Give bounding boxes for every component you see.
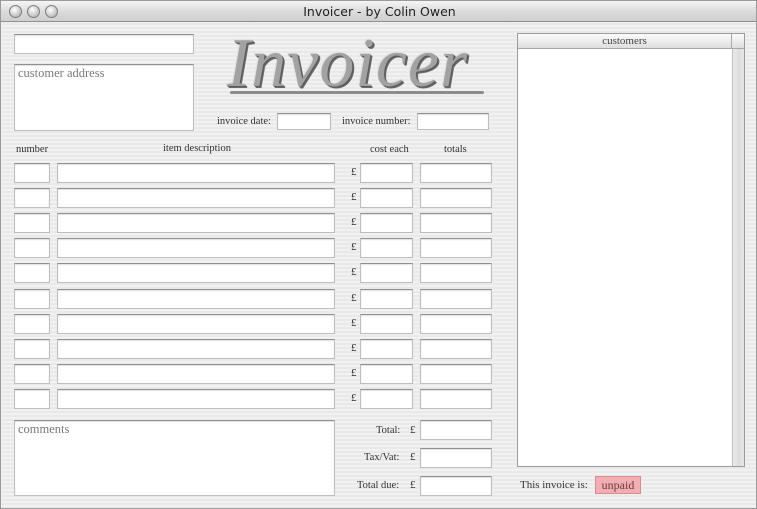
line-item-currency-symbol: £	[351, 216, 357, 228]
total-label: Total:	[376, 425, 401, 436]
line-item-description-field[interactable]	[57, 314, 335, 334]
logo-underline	[230, 91, 484, 94]
tax-vat-label: Tax/Vat:	[364, 452, 400, 463]
line-item-total-field[interactable]	[420, 389, 492, 409]
line-item-cost-field[interactable]	[360, 364, 413, 384]
customers-column-header[interactable]: customers	[518, 34, 732, 49]
line-item-currency-symbol: £	[351, 317, 357, 329]
line-item-currency-symbol: £	[351, 266, 357, 278]
invoice-status-button[interactable]: unpaid	[595, 476, 641, 494]
column-header-number: number	[16, 144, 49, 155]
comments-field[interactable]: comments	[14, 420, 335, 496]
line-item-total-field[interactable]	[420, 263, 492, 283]
line-item-cost-field[interactable]	[360, 163, 413, 183]
invoice-date-label: invoice date:	[217, 116, 271, 127]
line-item-number-field[interactable]	[14, 263, 50, 283]
customer-address-field[interactable]: customer address	[14, 64, 194, 131]
customer-address-placeholder: customer address	[18, 66, 105, 80]
line-item-cost-field[interactable]	[360, 389, 413, 409]
tax-currency-symbol: £	[410, 451, 416, 463]
line-item-description-field[interactable]	[57, 389, 335, 409]
line-item-cost-field[interactable]	[360, 238, 413, 258]
line-item-total-field[interactable]	[420, 213, 492, 233]
invoice-date-field[interactable]	[277, 113, 331, 130]
title-bar[interactable]: Invoicer - by Colin Owen	[1, 1, 756, 22]
line-item-description-field[interactable]	[57, 263, 335, 283]
invoice-number-label: invoice number:	[342, 116, 411, 127]
customers-header-corner	[732, 34, 744, 49]
line-item-number-field[interactable]	[14, 238, 50, 258]
line-item-number-field[interactable]	[14, 339, 50, 359]
total-due-currency-symbol: £	[410, 479, 416, 491]
tax-vat-field[interactable]	[420, 448, 492, 468]
line-item-currency-symbol: £	[351, 166, 357, 178]
invoice-number-field[interactable]	[417, 113, 489, 130]
column-header-totals: totals	[444, 144, 467, 155]
line-item-currency-symbol: £	[351, 191, 357, 203]
line-item-description-field[interactable]	[57, 364, 335, 384]
line-item-currency-symbol: £	[351, 241, 357, 253]
line-item-number-field[interactable]	[14, 188, 50, 208]
invoicer-window: Invoicer - by Colin Owen customer addres…	[0, 0, 757, 509]
line-item-cost-field[interactable]	[360, 314, 413, 334]
invoicer-logo: Invoicer	[227, 25, 469, 102]
line-item-currency-symbol: £	[351, 392, 357, 404]
line-item-number-field[interactable]	[14, 389, 50, 409]
line-item-currency-symbol: £	[351, 367, 357, 379]
line-item-number-field[interactable]	[14, 289, 50, 309]
line-item-number-field[interactable]	[14, 163, 50, 183]
line-item-number-field[interactable]	[14, 364, 50, 384]
column-header-cost-each: cost each	[370, 144, 409, 155]
total-currency-symbol: £	[410, 424, 416, 436]
customers-scrollbar[interactable]	[732, 49, 744, 466]
line-item-total-field[interactable]	[420, 163, 492, 183]
line-item-description-field[interactable]	[57, 289, 335, 309]
customers-list[interactable]: customers	[517, 33, 745, 467]
total-due-label: Total due:	[357, 480, 400, 491]
line-item-currency-symbol: £	[351, 292, 357, 304]
line-item-cost-field[interactable]	[360, 339, 413, 359]
comments-placeholder: comments	[18, 422, 70, 436]
line-item-description-field[interactable]	[57, 238, 335, 258]
line-item-description-field[interactable]	[57, 339, 335, 359]
column-header-item-description: item description	[163, 143, 231, 154]
invoice-status-label: This invoice is:	[520, 479, 588, 491]
total-due-field[interactable]	[420, 476, 492, 496]
line-item-description-field[interactable]	[57, 213, 335, 233]
line-item-total-field[interactable]	[420, 339, 492, 359]
line-item-total-field[interactable]	[420, 188, 492, 208]
customer-name-field[interactable]	[14, 34, 194, 54]
line-item-total-field[interactable]	[420, 314, 492, 334]
line-item-cost-field[interactable]	[360, 289, 413, 309]
line-item-total-field[interactable]	[420, 238, 492, 258]
line-item-number-field[interactable]	[14, 213, 50, 233]
total-field[interactable]	[420, 420, 492, 440]
line-item-description-field[interactable]	[57, 188, 335, 208]
line-item-cost-field[interactable]	[360, 213, 413, 233]
line-item-total-field[interactable]	[420, 364, 492, 384]
line-item-number-field[interactable]	[14, 314, 50, 334]
window-title: Invoicer - by Colin Owen	[303, 4, 456, 19]
line-item-cost-field[interactable]	[360, 263, 413, 283]
line-item-description-field[interactable]	[57, 163, 335, 183]
line-item-total-field[interactable]	[420, 289, 492, 309]
line-item-currency-symbol: £	[351, 342, 357, 354]
line-item-cost-field[interactable]	[360, 188, 413, 208]
